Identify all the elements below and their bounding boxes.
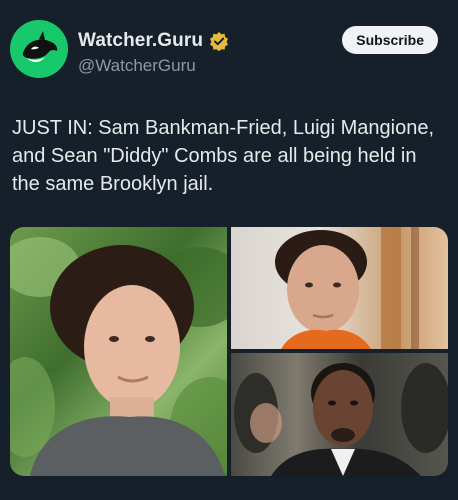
subscribe-button[interactable]: Subscribe xyxy=(342,26,438,54)
tweet-text: JUST IN: Sam Bankman-Fried, Luigi Mangio… xyxy=(12,117,435,195)
photo-sean-combs[interactable] xyxy=(231,353,448,476)
media-grid xyxy=(10,227,448,476)
photo-luigi-mangione[interactable] xyxy=(231,227,448,349)
account-handle[interactable]: @WatcherGuru xyxy=(78,56,196,76)
photo-sam-bankman-fried[interactable] xyxy=(10,227,227,476)
name-row: Watcher.Guru xyxy=(78,30,229,52)
account-avatar[interactable] xyxy=(10,20,68,78)
tweet-header: Watcher.Guru @WatcherGuru Subscribe xyxy=(10,20,448,80)
verified-badge-icon xyxy=(209,31,229,51)
orca-icon xyxy=(22,31,58,63)
display-name[interactable]: Watcher.Guru xyxy=(78,30,203,52)
